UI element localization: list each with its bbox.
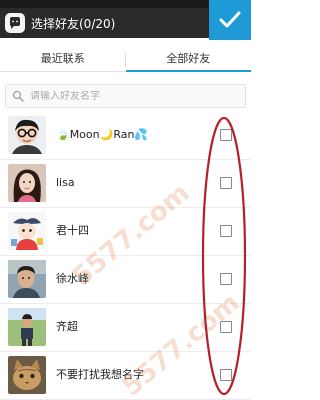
checkmark-icon [219,11,241,28]
avatar [8,308,46,346]
friend-name: lisa [56,176,75,189]
select-checkbox[interactable] [220,177,232,189]
select-checkbox[interactable] [220,225,232,237]
friend-name: 徐水峰 [56,272,89,285]
message-bubble-icon[interactable] [5,13,25,33]
friend-row[interactable]: 🍃Moon🌙Ran💦 [0,112,251,160]
tab-recent-contacts[interactable]: 最近联系 [0,48,126,71]
select-checkbox[interactable] [220,129,232,141]
select-checkbox[interactable] [220,369,232,381]
tab-bar: 最近联系 全部好友 [0,48,251,72]
select-checkbox[interactable] [220,273,232,285]
avatar [8,260,46,298]
friend-row[interactable]: lisa [0,160,251,208]
avatar [8,356,46,394]
friend-row[interactable]: 徐水峰 [0,256,251,304]
friend-name: 君十四 [56,224,89,237]
page-title: 选择好友(0/20) [31,16,116,31]
avatar [8,116,46,154]
search-icon [12,90,24,102]
friend-name: 不要打扰我想名字 [56,368,144,381]
friend-name: 齐超 [56,320,78,333]
search-input[interactable] [30,90,230,102]
friend-row[interactable]: 君十四 [0,208,251,256]
select-checkbox[interactable] [220,321,232,333]
friend-row[interactable]: 不要打扰我想名字 [0,352,251,400]
friend-name: 🍃Moon🌙Ran💦 [56,128,149,141]
confirm-button[interactable] [209,0,251,40]
avatar [8,212,46,250]
avatar [8,164,46,202]
search-box[interactable] [5,84,246,108]
friend-row[interactable]: 齐超 [0,304,251,352]
tab-all-friends[interactable]: 全部好友 [125,48,252,72]
